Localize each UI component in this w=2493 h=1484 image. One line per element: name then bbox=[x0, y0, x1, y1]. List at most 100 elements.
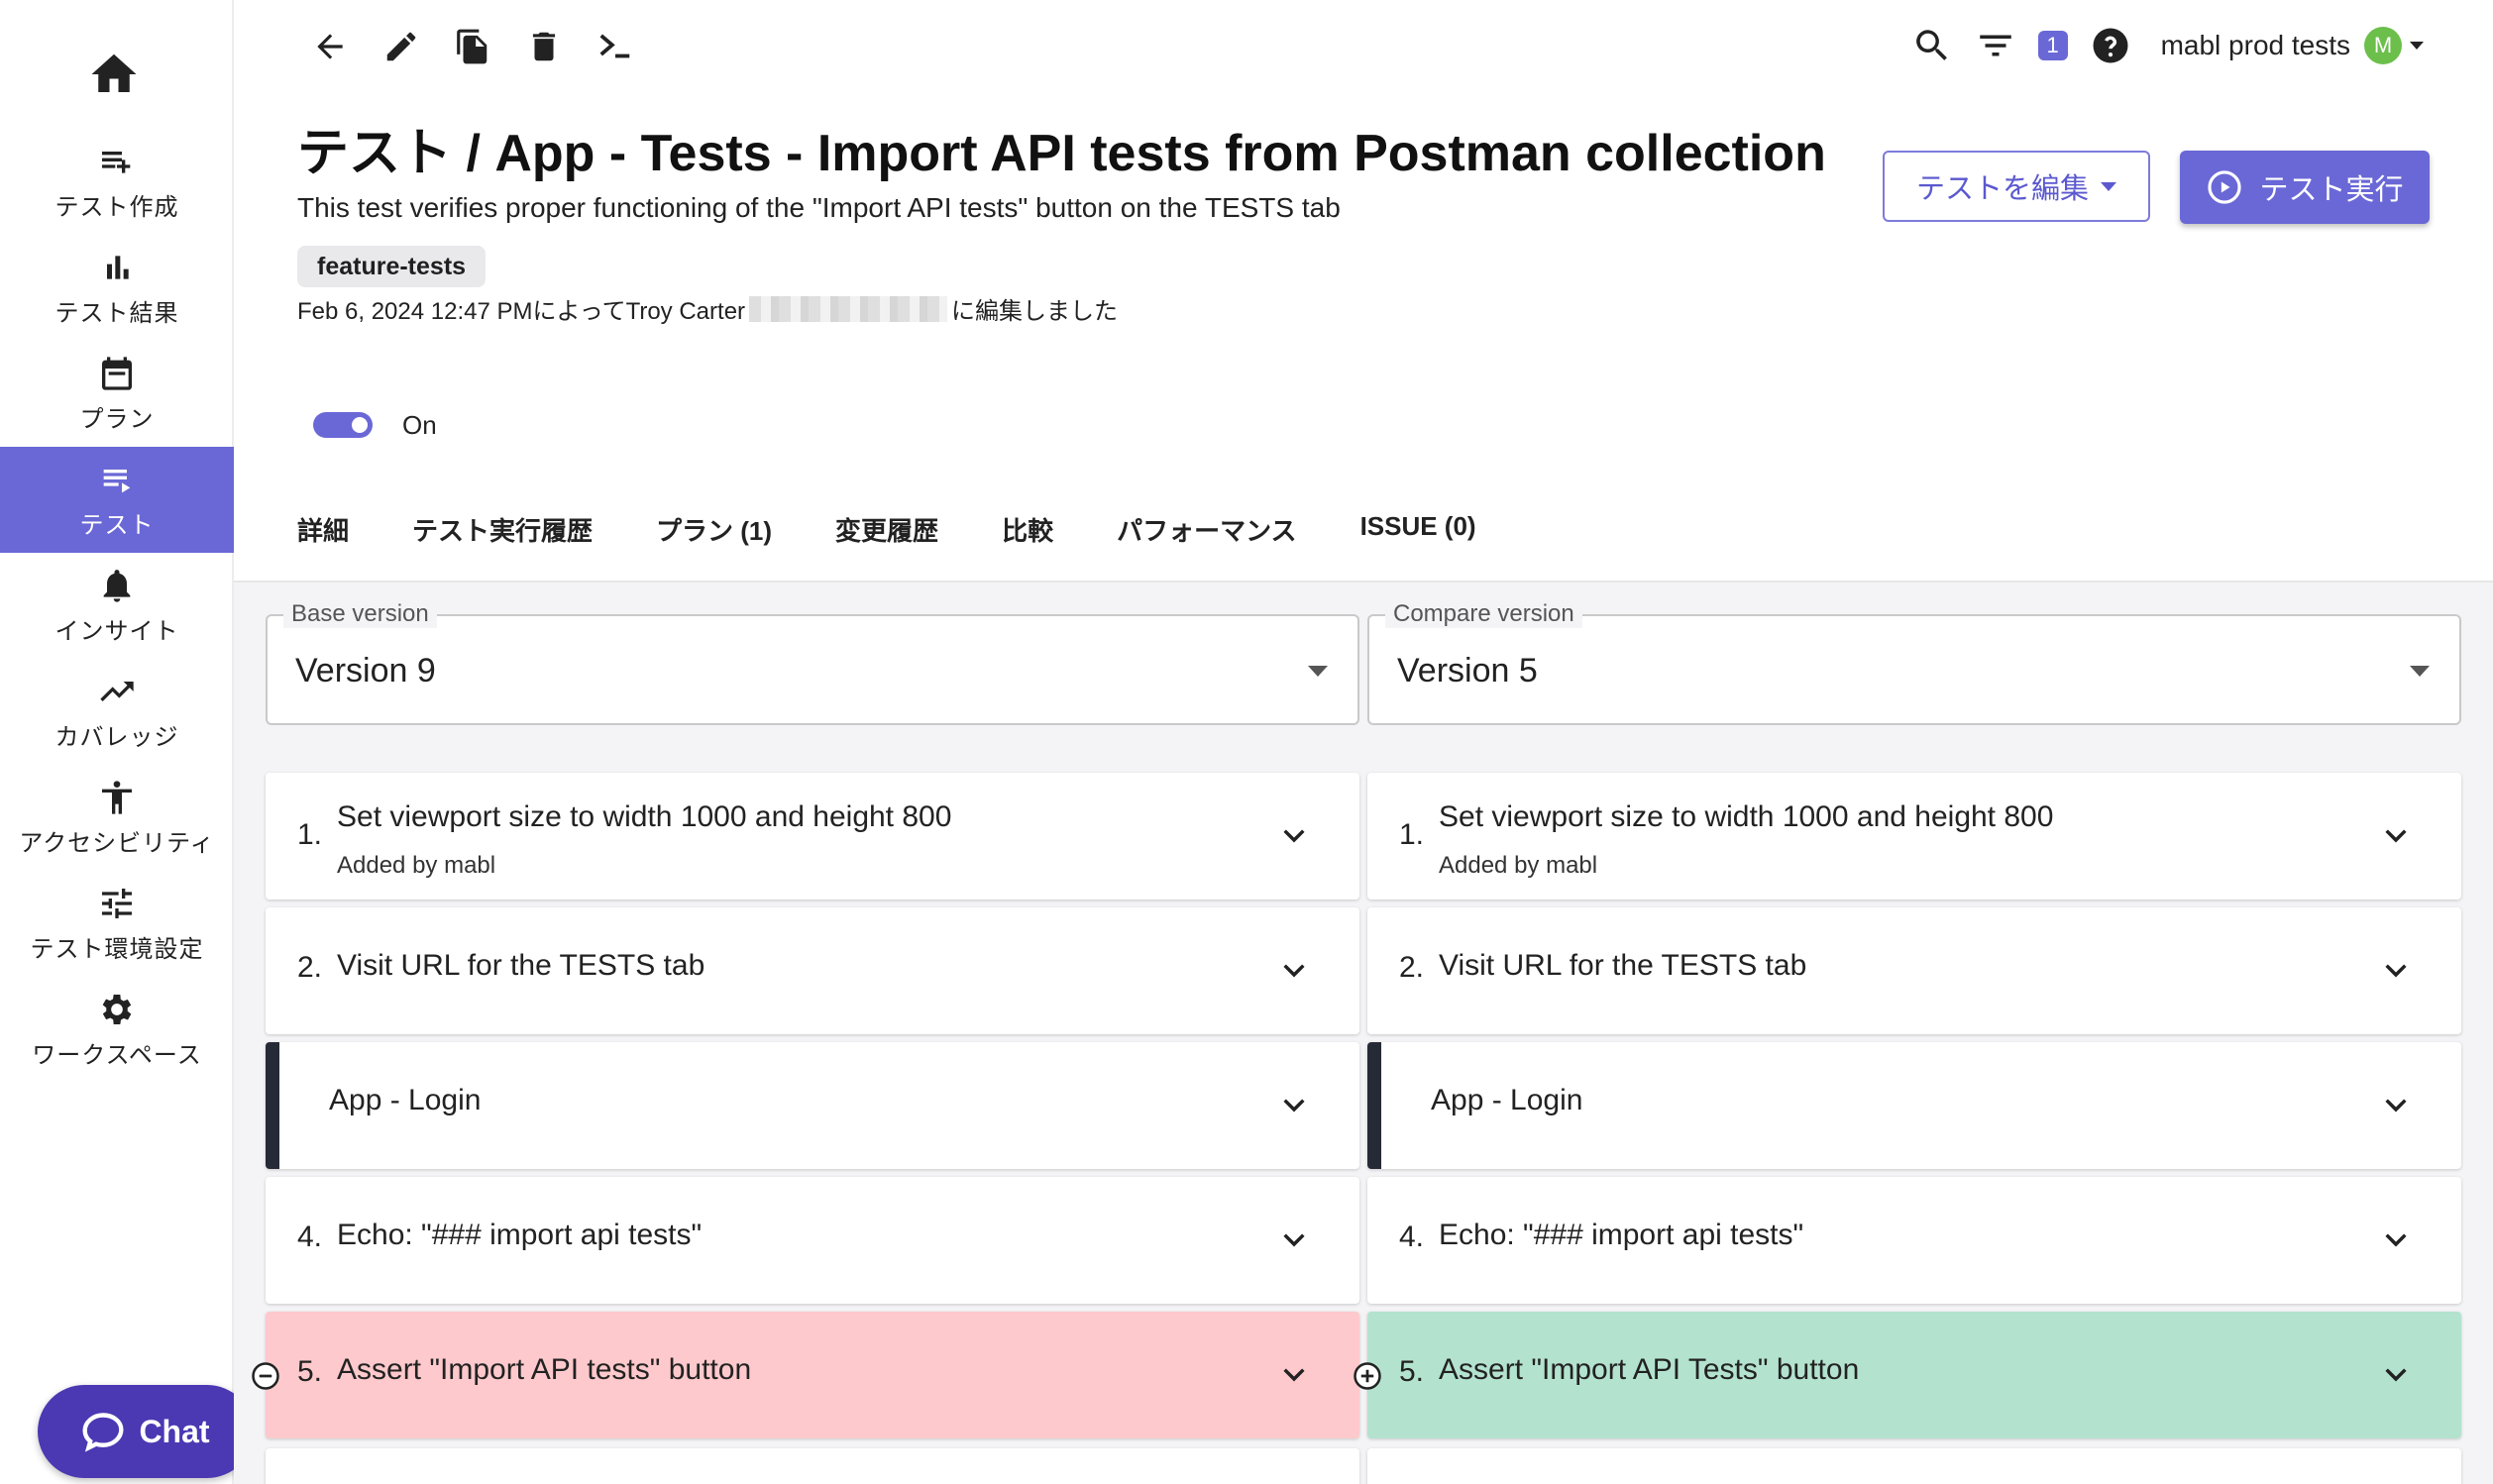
tab-details[interactable]: 詳細 bbox=[297, 511, 349, 548]
edit-test-label: テストを編集 bbox=[1915, 173, 2089, 205]
compare-step-5-added[interactable]: 5. Assert "Import API Tests" button bbox=[1367, 1312, 2461, 1438]
chevron-down-icon[interactable] bbox=[1278, 820, 1310, 852]
sidebar: テスト作成 テスト結果 プラン テスト インサイト カバレッジ アクセシビリティ bbox=[0, 0, 234, 1484]
compare-version-select[interactable]: Compare version Version 5 bbox=[1367, 600, 2461, 725]
step-text: Echo: "### import api tests" bbox=[337, 1219, 703, 1251]
base-step-5-removed[interactable]: 5. Assert "Import API tests" button bbox=[266, 1312, 1359, 1438]
tab-performance[interactable]: パフォーマンス bbox=[1117, 511, 1296, 548]
accessibility-icon bbox=[102, 781, 132, 814]
edit-pencil-icon[interactable] bbox=[379, 24, 424, 69]
sidebar-item-label: テスト環境設定 bbox=[30, 935, 204, 963]
sidebar-item-accessibility[interactable]: アクセシビリティ bbox=[0, 765, 234, 871]
run-test-button[interactable]: テスト実行 bbox=[2180, 151, 2430, 224]
base-step-6-partial[interactable] bbox=[266, 1448, 1359, 1484]
chevron-down-icon[interactable] bbox=[2380, 955, 2412, 987]
sidebar-item-tests[interactable]: テスト bbox=[0, 447, 234, 553]
sidebar-item-plans[interactable]: プラン bbox=[0, 341, 234, 447]
chevron-down-icon[interactable] bbox=[1278, 1359, 1310, 1391]
tab-run-history[interactable]: テスト実行履歴 bbox=[412, 511, 593, 548]
step-number: 5. bbox=[1399, 1355, 1425, 1388]
test-toolbar bbox=[307, 24, 638, 69]
avatar[interactable]: M bbox=[2364, 27, 2402, 64]
compare-step-1[interactable]: 1. Set viewport size to width 1000 and h… bbox=[1367, 773, 2461, 900]
sidebar-item-environments[interactable]: テスト環境設定 bbox=[0, 871, 234, 977]
copy-icon[interactable] bbox=[450, 24, 495, 69]
edit-test-button[interactable]: テストを編集 bbox=[1883, 151, 2150, 222]
terminal-icon[interactable] bbox=[593, 24, 638, 69]
sidebar-item-label: ワークスペース bbox=[32, 1041, 202, 1069]
base-version-select[interactable]: Base version Version 9 bbox=[266, 600, 1359, 725]
step-number: 4. bbox=[297, 1220, 323, 1253]
sidebar-item-label: テスト結果 bbox=[54, 299, 179, 327]
back-arrow-icon[interactable] bbox=[307, 24, 353, 69]
sidebar-item-label: プラン bbox=[79, 405, 155, 433]
sidebar-item-test-results[interactable]: テスト結果 bbox=[0, 235, 234, 341]
step-text: App - Login bbox=[1431, 1084, 1583, 1116]
play-circle-icon bbox=[2208, 170, 2242, 204]
tab-plans[interactable]: プラン (1) bbox=[656, 511, 772, 548]
toggle-label: On bbox=[402, 410, 437, 440]
sidebar-item-label: カバレッジ bbox=[54, 723, 179, 751]
sidebar-item-label: インサイト bbox=[54, 617, 179, 645]
enabled-toggle[interactable] bbox=[313, 412, 373, 438]
step-text: App - Login bbox=[329, 1084, 482, 1116]
compare-step-2[interactable]: 2. Visit URL for the TESTS tab bbox=[1367, 907, 2461, 1034]
base-version-legend: Base version bbox=[283, 600, 437, 628]
org-name[interactable]: mabl prod tests bbox=[2161, 30, 2350, 61]
filter-icon[interactable] bbox=[1975, 25, 2016, 66]
tab-change-history[interactable]: 変更履歴 bbox=[835, 511, 938, 548]
chevron-down-icon[interactable] bbox=[1278, 1224, 1310, 1256]
tab-issues[interactable]: ISSUE (0) bbox=[1360, 511, 1476, 548]
search-icon[interactable] bbox=[1911, 25, 1953, 66]
chevron-down-icon[interactable] bbox=[2380, 1359, 2412, 1391]
sidebar-item-insights[interactable]: インサイト bbox=[0, 553, 234, 659]
compare-version-value: Version 5 bbox=[1397, 652, 1538, 689]
gear-icon bbox=[102, 995, 132, 1024]
page-title: テスト / App - Tests - Import API tests fro… bbox=[297, 125, 1826, 182]
chat-button[interactable]: Chat bbox=[38, 1385, 254, 1478]
chevron-down-icon[interactable] bbox=[1278, 1090, 1310, 1121]
chevron-down-icon[interactable] bbox=[2410, 42, 2424, 50]
sidebar-item-coverage[interactable]: カバレッジ bbox=[0, 659, 234, 765]
step-number: 1. bbox=[297, 818, 323, 851]
sidebar-item-create-test[interactable]: テスト作成 bbox=[0, 129, 234, 235]
home-icon[interactable] bbox=[85, 48, 143, 101]
chevron-down-icon[interactable] bbox=[1278, 955, 1310, 987]
base-step-4[interactable]: 4. Echo: "### import api tests" bbox=[266, 1177, 1359, 1304]
redacted-email bbox=[749, 295, 948, 322]
base-step-2[interactable]: 2. Visit URL for the TESTS tab bbox=[266, 907, 1359, 1034]
tab-compare[interactable]: 比較 bbox=[1002, 511, 1053, 548]
base-step-group-login[interactable]: App - Login bbox=[266, 1042, 1359, 1169]
filter-count-badge[interactable]: 1 bbox=[2037, 31, 2068, 60]
chat-bubble-icon bbox=[82, 1413, 124, 1452]
step-text: Assert "Import API Tests" button bbox=[1439, 1353, 1860, 1386]
calendar-icon bbox=[102, 357, 132, 390]
chevron-down-icon[interactable] bbox=[2380, 820, 2412, 852]
sidebar-item-label: アクセシビリティ bbox=[19, 829, 215, 857]
base-step-1[interactable]: 1. Set viewport size to width 1000 and h… bbox=[266, 773, 1359, 900]
delete-trash-icon[interactable] bbox=[521, 24, 567, 69]
chevron-down-icon[interactable] bbox=[2380, 1090, 2412, 1121]
step-number: 1. bbox=[1399, 818, 1425, 851]
chevron-down-icon[interactable] bbox=[2380, 1224, 2412, 1256]
dropdown-arrow-icon bbox=[2101, 181, 2116, 191]
label-tag[interactable]: feature-tests bbox=[297, 246, 487, 287]
playlist-play-icon bbox=[103, 470, 131, 493]
base-version-value: Version 9 bbox=[295, 652, 436, 689]
help-icon[interactable] bbox=[2090, 25, 2131, 66]
run-test-label: テスト実行 bbox=[2259, 174, 2404, 206]
step-number: 4. bbox=[1399, 1220, 1425, 1253]
removed-minus-icon bbox=[252, 1362, 279, 1390]
compare-step-4[interactable]: 4. Echo: "### import api tests" bbox=[1367, 1177, 2461, 1304]
sidebar-item-workspace[interactable]: ワークスペース bbox=[0, 977, 234, 1083]
step-text: Visit URL for the TESTS tab bbox=[1439, 949, 1807, 982]
step-text: Set viewport size to width 1000 and heig… bbox=[337, 800, 952, 833]
sidebar-item-label: テスト bbox=[79, 511, 155, 539]
playlist-add-icon bbox=[102, 152, 131, 173]
chat-label: Chat bbox=[139, 1413, 210, 1449]
step-subtext: Added by mabl bbox=[337, 852, 496, 879]
step-number: 2. bbox=[1399, 951, 1425, 984]
compare-step-6-partial[interactable] bbox=[1367, 1448, 2461, 1484]
sidebar-nav: テスト作成 テスト結果 プラン テスト インサイト カバレッジ アクセシビリティ bbox=[0, 129, 234, 1083]
compare-step-group-login[interactable]: App - Login bbox=[1367, 1042, 2461, 1169]
